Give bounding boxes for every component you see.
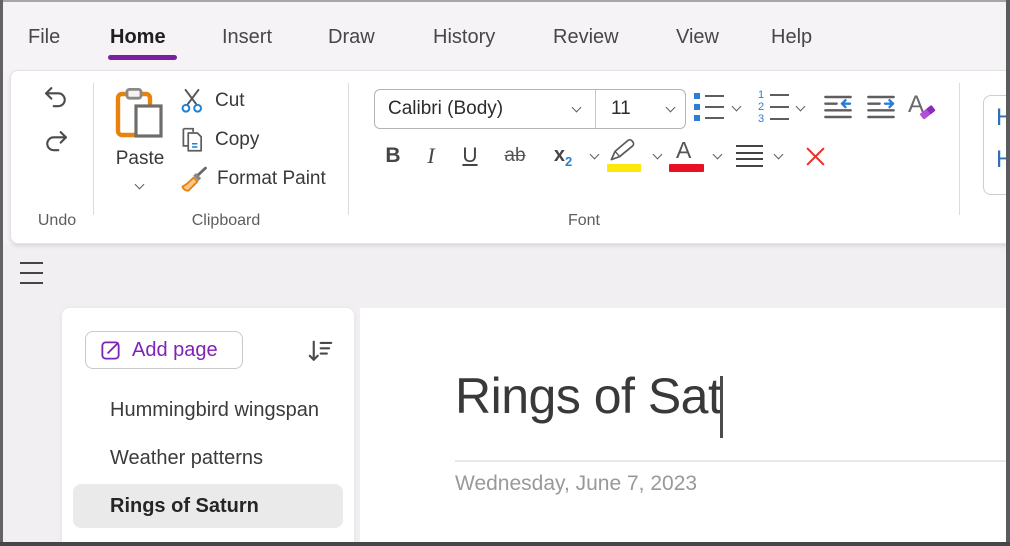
font-size-chevron bbox=[665, 102, 676, 113]
decrease-indent-icon bbox=[821, 91, 855, 123]
paste-dropdown-chevron[interactable] bbox=[134, 179, 145, 190]
align-button[interactable] bbox=[729, 139, 769, 173]
font-family-select[interactable]: Calibri (Body) bbox=[375, 90, 595, 128]
navigation-menu-button[interactable] bbox=[20, 262, 44, 284]
strikethrough-icon: ab bbox=[504, 145, 526, 166]
sort-pages-button[interactable] bbox=[302, 335, 338, 367]
font-size-select[interactable]: 11 bbox=[595, 90, 687, 128]
font-color-button[interactable]: A bbox=[667, 137, 707, 175]
menu-item-help[interactable]: Help bbox=[771, 26, 812, 49]
decrease-indent-button[interactable] bbox=[817, 89, 859, 125]
bullet-list-chevron[interactable] bbox=[731, 101, 742, 112]
menu-item-home[interactable]: Home bbox=[110, 26, 166, 49]
numbered-list-icon: 1 2 3 bbox=[758, 89, 789, 124]
font-family-chevron bbox=[571, 102, 582, 113]
font-color-letter-icon: A bbox=[676, 137, 692, 163]
highlighter-pen-icon bbox=[608, 137, 642, 163]
cut-label: Cut bbox=[215, 90, 245, 111]
format-paint-label: Format Paint bbox=[217, 168, 326, 189]
menu-item-review[interactable]: Review bbox=[553, 26, 619, 49]
align-chevron[interactable] bbox=[773, 149, 784, 160]
sort-descending-icon bbox=[305, 336, 335, 366]
font-controls: Calibri (Body) 11 bbox=[374, 89, 686, 129]
cut-scissors-icon bbox=[179, 87, 205, 115]
redo-button[interactable] bbox=[37, 125, 75, 159]
subscript-chevron[interactable] bbox=[589, 149, 600, 160]
bullet-list-icon bbox=[694, 93, 724, 121]
underline-button[interactable]: U bbox=[453, 139, 487, 173]
ribbon-divider bbox=[959, 83, 960, 215]
paste-button[interactable]: Paste bbox=[107, 81, 173, 199]
clear-formatting-button[interactable]: A bbox=[902, 87, 942, 125]
numbered-list-button[interactable]: 1 2 3 bbox=[752, 89, 794, 125]
format-paint-button[interactable]: Format Paint bbox=[179, 163, 343, 195]
strikethrough-button[interactable]: ab bbox=[493, 139, 537, 173]
subscript-button[interactable]: x2 bbox=[543, 139, 583, 173]
clipboard-group-label: Clipboard bbox=[191, 212, 261, 229]
delete-x-icon bbox=[803, 144, 828, 169]
paste-label: Paste bbox=[115, 148, 165, 169]
window-border-bottom bbox=[0, 542, 1010, 546]
add-page-label: Add page bbox=[132, 338, 218, 361]
page-list-panel: Add page Hummingbird wingspan Weather pa… bbox=[62, 308, 354, 546]
clear-formatting-icon: A bbox=[907, 91, 937, 121]
copy-pages-icon bbox=[179, 126, 205, 154]
menu-item-file[interactable]: File bbox=[28, 26, 60, 49]
copy-label: Copy bbox=[215, 129, 260, 150]
cut-button[interactable]: Cut bbox=[179, 85, 343, 117]
font-color-chevron[interactable] bbox=[712, 149, 723, 160]
page-editor[interactable]: Rings of Sat Wednesday, June 7, 2023 bbox=[360, 308, 1006, 546]
bullet-list-button[interactable] bbox=[689, 89, 729, 125]
bold-icon: B bbox=[385, 144, 401, 167]
font-family-value: Calibri (Body) bbox=[388, 98, 504, 119]
ribbon-home-toolbar: Undo Paste Cut Copy Format Paint Clipboa… bbox=[10, 70, 1008, 244]
menu-item-draw[interactable]: Draw bbox=[328, 26, 375, 49]
menu-item-history[interactable]: History bbox=[433, 26, 495, 49]
italic-button[interactable]: I bbox=[417, 139, 445, 173]
page-title[interactable]: Rings of Sat bbox=[455, 368, 722, 426]
menu-item-insert[interactable]: Insert bbox=[222, 26, 272, 49]
page-list-item-selected[interactable]: Rings of Saturn bbox=[73, 484, 343, 528]
underline-icon: U bbox=[462, 144, 478, 167]
add-page-button[interactable]: Add page bbox=[85, 331, 243, 369]
highlight-button[interactable] bbox=[605, 137, 647, 175]
copy-button[interactable]: Copy bbox=[179, 124, 343, 156]
undo-group-label: Undo bbox=[37, 212, 77, 229]
page-date: Wednesday, June 7, 2023 bbox=[455, 472, 698, 495]
redo-icon bbox=[42, 128, 70, 156]
title-divider bbox=[455, 460, 1006, 462]
window-border-left bbox=[0, 0, 3, 546]
font-color-bar bbox=[669, 164, 704, 172]
onenote-window: File Home Insert Draw History Review Vie… bbox=[0, 0, 1010, 546]
page-list-item[interactable]: Weather patterns bbox=[73, 436, 343, 480]
window-border-right bbox=[1006, 0, 1010, 546]
font-group-label: Font bbox=[567, 212, 600, 229]
bold-button[interactable]: B bbox=[377, 139, 409, 173]
text-cursor bbox=[720, 376, 723, 438]
delete-button[interactable] bbox=[797, 139, 833, 173]
increase-indent-icon bbox=[864, 91, 898, 123]
ribbon-divider bbox=[93, 83, 94, 215]
add-page-icon bbox=[99, 339, 122, 362]
undo-icon bbox=[42, 84, 70, 112]
italic-icon: I bbox=[427, 143, 435, 168]
menu-item-view[interactable]: View bbox=[676, 26, 719, 49]
styles-gallery: H H bbox=[983, 95, 1008, 195]
format-paint-brush-icon bbox=[179, 165, 209, 193]
increase-indent-button[interactable] bbox=[860, 89, 902, 125]
subscript-icon: x2 bbox=[553, 143, 573, 169]
hamburger-icon bbox=[20, 262, 43, 265]
highlight-chevron[interactable] bbox=[652, 149, 663, 160]
align-icon bbox=[735, 144, 763, 168]
page-list-item[interactable]: Hummingbird wingspan bbox=[73, 388, 343, 432]
window-border-top bbox=[0, 0, 1010, 2]
undo-button[interactable] bbox=[37, 81, 75, 115]
highlight-color-bar bbox=[607, 164, 641, 172]
font-size-value: 11 bbox=[611, 98, 631, 119]
active-tab-underline bbox=[108, 55, 177, 60]
paste-clipboard-icon bbox=[114, 87, 168, 139]
ribbon-divider bbox=[348, 83, 349, 215]
numbered-list-chevron[interactable] bbox=[795, 101, 806, 112]
